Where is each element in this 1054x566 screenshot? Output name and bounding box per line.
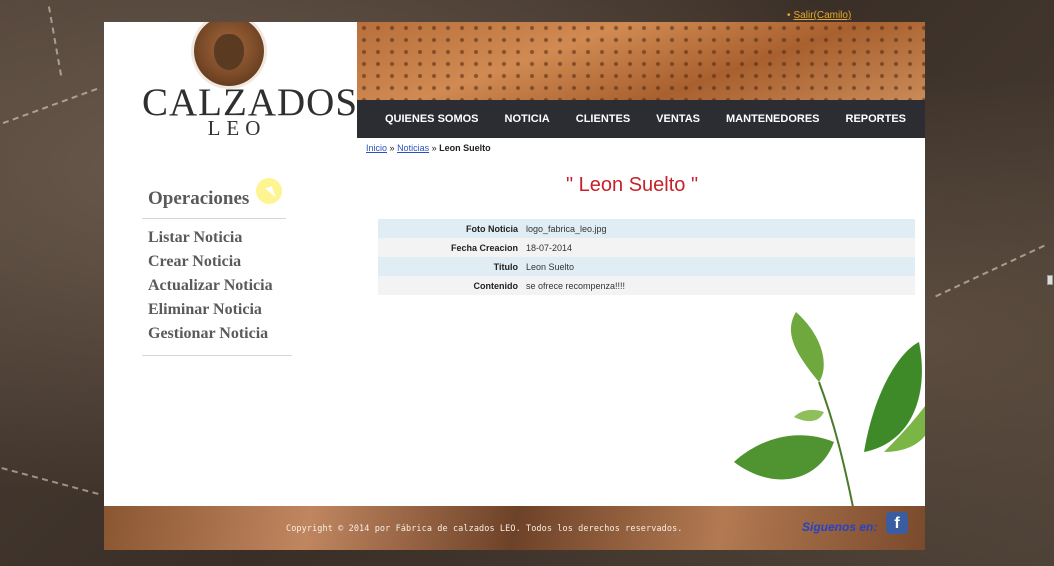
field-label: Fecha Creacion <box>450 242 518 253</box>
breadcrumb: Inicio » Noticias » Leon Suelto <box>366 143 491 153</box>
nav-item-clientes[interactable]: CLIENTES <box>563 113 643 125</box>
brand-subtitle: LEO <box>207 116 267 140</box>
page-container: CALZADOS LEO QUIENES SOMOS NOTICIA CLIEN… <box>104 22 925 550</box>
table-row: Contenido se ofrece recompenza!!!! <box>378 276 915 295</box>
sidebar-item-actualizar[interactable]: Actualizar Noticia <box>148 277 292 301</box>
breadcrumb-current: Leon Suelto <box>439 143 491 153</box>
lion-logo-icon <box>194 22 264 86</box>
facebook-icon[interactable]: f <box>886 512 908 534</box>
field-label: Contenido <box>473 280 519 291</box>
stitch-decoration <box>2 87 98 125</box>
stitch-decoration <box>935 244 1045 298</box>
breadcrumb-separator: » <box>389 143 395 153</box>
sidebar: Operaciones Listar Noticia Crear Noticia… <box>142 182 292 356</box>
stitch-decoration <box>47 6 63 76</box>
nav-item-noticia[interactable]: NOTICIA <box>492 113 563 125</box>
logout-link[interactable]: Salir(Camilo) <box>794 10 852 21</box>
breadcrumb-separator: » <box>431 143 437 153</box>
table-row: Titulo Leon Suelto <box>378 257 915 276</box>
breadcrumb-home-link[interactable]: Inicio <box>366 143 387 153</box>
field-value: Leon Suelto <box>526 261 575 272</box>
page-title: " Leon Suelto " <box>566 174 699 196</box>
stitch-decoration <box>1 467 99 495</box>
bullet-icon: • <box>787 10 791 21</box>
follow-us-label: Siguenos en: <box>802 520 878 534</box>
field-value: 18-07-2014 <box>526 242 573 253</box>
nav-item-ventas[interactable]: VENTAS <box>643 113 713 125</box>
field-label: Foto Noticia <box>466 223 518 234</box>
copyright-text: Copyright © 2014 por Fábrica de calzados… <box>286 524 683 534</box>
scrollbar-thumb[interactable] <box>1047 275 1053 285</box>
sidebar-item-listar[interactable]: Listar Noticia <box>148 229 292 253</box>
site-logo[interactable]: CALZADOS LEO <box>104 22 357 140</box>
sidebar-divider <box>142 355 292 356</box>
leaves-decoration <box>734 312 925 512</box>
nav-item-quienes-somos[interactable]: QUIENES SOMOS <box>357 113 492 125</box>
table-row: Fecha Creacion 18-07-2014 <box>378 238 915 257</box>
header-banner <box>357 22 925 100</box>
footer: Copyright © 2014 por Fábrica de calzados… <box>104 506 925 550</box>
news-detail-table: Foto Noticia logo_fabrica_leo.jpg Fecha … <box>378 219 915 295</box>
field-label: Titulo <box>493 261 518 272</box>
sidebar-menu: Listar Noticia Crear Noticia Actualizar … <box>142 229 292 349</box>
nav-item-mantenedores[interactable]: MANTENEDORES <box>713 113 833 125</box>
field-value: logo_fabrica_leo.jpg <box>526 223 607 234</box>
breadcrumb-noticias-link[interactable]: Noticias <box>397 143 429 153</box>
logout-bar: • Salir(Camilo) <box>787 10 851 21</box>
sidebar-item-gestionar[interactable]: Gestionar Noticia <box>148 325 292 349</box>
field-value: se ofrece recompenza!!!! <box>526 280 626 291</box>
nav-item-reportes[interactable]: REPORTES <box>833 113 920 125</box>
sidebar-item-crear[interactable]: Crear Noticia <box>148 253 292 277</box>
table-row: Foto Noticia logo_fabrica_leo.jpg <box>378 219 915 238</box>
main-nav: QUIENES SOMOS NOTICIA CLIENTES VENTAS MA… <box>357 100 925 138</box>
sidebar-item-eliminar[interactable]: Eliminar Noticia <box>148 301 292 325</box>
